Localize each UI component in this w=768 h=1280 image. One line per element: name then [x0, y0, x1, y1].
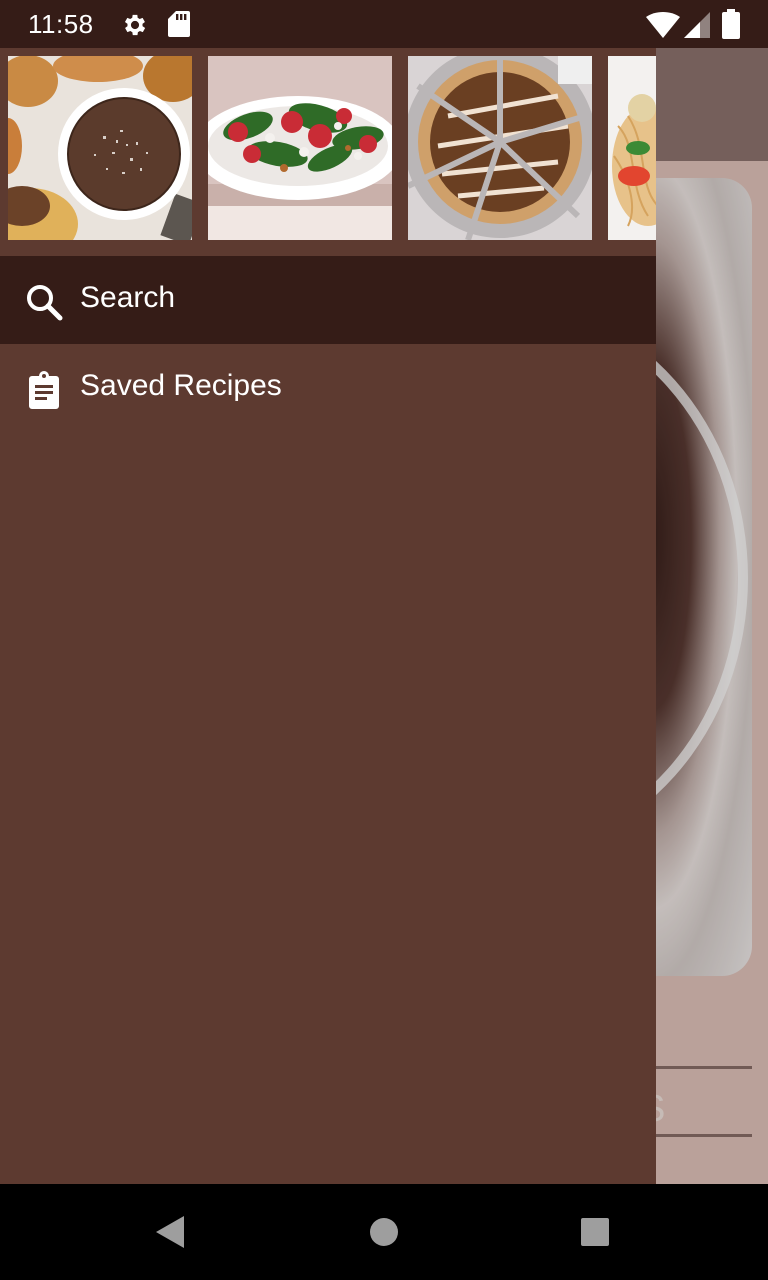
strawberry-spinach-salad-image [208, 56, 392, 240]
drawer-item-search-label: Search [80, 281, 176, 314]
battery-icon [722, 9, 740, 39]
wifi-icon [646, 12, 680, 38]
back-button[interactable] [154, 1214, 186, 1250]
spaghetti-dish-image [608, 56, 656, 240]
settings-icon [124, 14, 146, 36]
chocolate-mousse-image [8, 56, 192, 240]
clipboard-icon [29, 371, 59, 409]
drawer-item-search[interactable]: Search [0, 256, 656, 344]
signal-icon [684, 12, 710, 38]
chocolate-tart-image [408, 56, 592, 240]
recents-button[interactable] [580, 1217, 610, 1247]
status-time: 11:58 [28, 9, 94, 39]
search-icon [27, 285, 63, 321]
sd-card-icon [168, 11, 190, 37]
status-bar: 11:58 [0, 0, 768, 48]
drawer-item-saved-recipes-label: Saved Recipes [80, 369, 282, 402]
system-navigation-bar [0, 1184, 768, 1280]
home-button[interactable] [369, 1217, 399, 1247]
drawer-item-saved-recipes[interactable]: Saved Recipes [0, 344, 656, 432]
drawer-header [0, 48, 656, 256]
navigation-drawer: Search Saved Recipes [0, 48, 656, 1184]
